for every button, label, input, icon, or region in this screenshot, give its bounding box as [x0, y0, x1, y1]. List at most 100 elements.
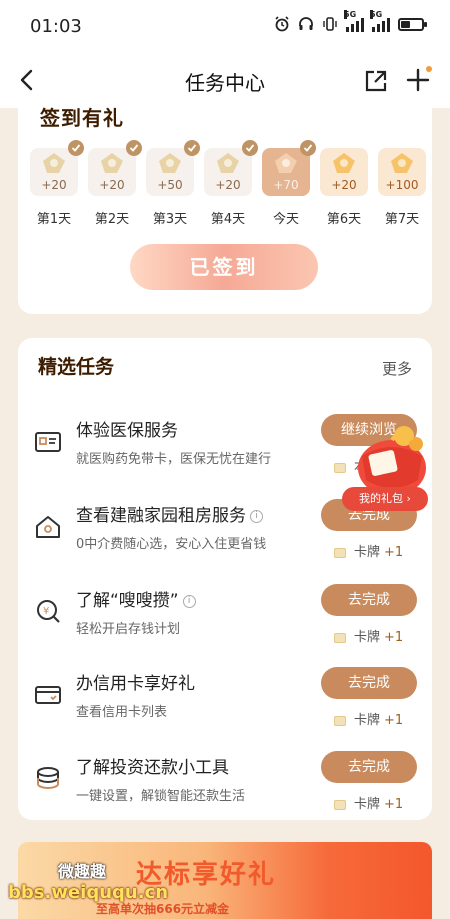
signin-day-box: +50 [146, 140, 200, 196]
watermark-line-1: 微趣趣 [58, 862, 107, 881]
signin-card: 签到有礼 +20 第1天 +20 第2天 +50 第3天 +20 第4天 +70 今天 +20 第6天… [18, 96, 432, 314]
tasks-title: 精选任务 [35, 352, 121, 379]
task-reward: 卡牌 +1 [334, 626, 403, 645]
reward-card-icon [334, 799, 346, 810]
reward-label: 卡牌 [354, 545, 381, 560]
signin-day-value: +20 [99, 178, 125, 192]
signin-day: +70 今天 [260, 140, 316, 227]
watermark-line-2: bbs.weiququ.cn [8, 882, 169, 903]
alarm-icon [275, 16, 289, 32]
task-desc: 就医购药免带卡，医保无忧在建行 [76, 452, 272, 467]
checkmark-icon [300, 140, 316, 156]
signin-day: +100 第7天 [376, 148, 428, 227]
task-name: 体验医保服务 [76, 421, 178, 441]
coin-icon [101, 153, 123, 173]
reward-card-icon [334, 632, 346, 643]
status-icons: 5G 5G [274, 10, 427, 32]
signin-day-box: +100 [378, 148, 426, 196]
status-bar: 01:03 5G 5G [0, 0, 450, 54]
task-name: 办信用卡享好礼 [76, 674, 195, 694]
signin-day-box: +70 [262, 140, 316, 196]
coin-icon [43, 153, 65, 173]
coins-icon [34, 765, 62, 793]
credit-card-icon [34, 681, 62, 709]
house-icon [34, 513, 62, 541]
signin-day-value: +20 [41, 178, 67, 192]
task-row[interactable]: 办信用卡享好礼查看信用卡列表 去完成卡牌 +1 [18, 661, 432, 741]
task-row[interactable]: ¥ 了解“嗖嗖攒” i 轻松开启存钱计划 去完成卡牌 +1 [18, 578, 432, 658]
coin-icon [159, 153, 181, 173]
signal-2-icon: 5G [370, 10, 390, 32]
task-desc: 0中介费随心选，安心入住更省钱 [76, 537, 267, 552]
signin-day-box: +20 [30, 140, 84, 196]
signin-days: +20 第1天 +20 第2天 +50 第3天 +20 第4天 +70 今天 +20 第6天 +100 第… [28, 140, 428, 227]
signin-day-label: 第7天 [384, 212, 420, 227]
signin-day-label: 第6天 [326, 212, 362, 227]
reward-card-icon [334, 715, 346, 726]
savings-icon: ¥ [34, 598, 62, 626]
task-desc: 一键设置，解锁智能还款生活 [76, 789, 246, 804]
reward-label: 卡牌 [354, 630, 381, 645]
signin-day-box: +20 [204, 140, 258, 196]
task-reward: 卡牌 +1 [334, 541, 403, 560]
coin-icon [333, 153, 355, 173]
notification-dot [426, 66, 432, 72]
vibrate-icon [323, 17, 337, 31]
signin-day-label: 第3天 [152, 212, 188, 227]
signin-day-label: 第2天 [94, 212, 130, 227]
signin-day-label: 第1天 [36, 212, 72, 227]
reward-card-icon [334, 547, 346, 558]
reward-label: 卡牌 [354, 797, 381, 812]
tasks-more-link[interactable]: 更多 [382, 358, 412, 379]
signin-day-label: 第4天 [210, 212, 246, 227]
status-time: 01:03 [30, 16, 82, 37]
signin-day-value: +50 [157, 178, 183, 192]
my-gift-label[interactable]: 我的礼包 › [342, 487, 428, 511]
task-name: 了解“嗖嗖攒” i [76, 586, 196, 611]
info-icon[interactable]: i [250, 509, 263, 523]
reward-plus: +1 [384, 713, 404, 728]
coin-icon [275, 153, 297, 173]
signin-day: +20 第6天 [318, 148, 370, 227]
battery-icon [398, 17, 427, 31]
signin-day-value: +100 [385, 178, 419, 192]
task-row[interactable]: 了解投资还款小工具一键设置，解锁智能还款生活 去完成卡牌 +1 [18, 745, 432, 825]
signed-button[interactable]: 已签到 [130, 244, 318, 290]
checkmark-icon [184, 140, 200, 156]
signin-day: +20 第1天 [28, 140, 84, 227]
share-icon[interactable] [363, 68, 389, 94]
task-reward: 卡牌 +1 [334, 793, 403, 812]
signin-day: +50 第3天 [144, 140, 200, 227]
reward-plus: +1 [384, 545, 404, 560]
signin-title: 签到有礼 [38, 102, 128, 131]
medical-card-icon [34, 428, 62, 456]
signin-day-value: +70 [273, 178, 299, 192]
signin-day-label: 今天 [272, 212, 299, 227]
coin-icon [391, 153, 413, 173]
svg-text:¥: ¥ [43, 606, 49, 617]
reward-label: 卡牌 [354, 713, 381, 728]
task-reward: 卡牌 +1 [334, 709, 403, 728]
reward-plus: +1 [384, 630, 404, 645]
info-icon[interactable]: i [182, 594, 196, 608]
task-name: 查看建融家园租房服务 i [76, 501, 263, 526]
coin-icon [217, 153, 239, 173]
task-name: 了解投资还款小工具 [76, 758, 229, 778]
task-desc: 查看信用卡列表 [76, 705, 168, 720]
signin-day: +20 第4天 [202, 140, 258, 227]
signal-1-icon: 5G [344, 10, 364, 32]
task-desc: 轻松开启存钱计划 [76, 622, 181, 637]
task-action-button[interactable]: 去完成 [321, 751, 417, 783]
signin-day-box: +20 [88, 140, 142, 196]
checkmark-icon [68, 140, 84, 156]
reward-plus: +1 [384, 797, 404, 812]
task-action-button[interactable]: 去完成 [321, 584, 417, 616]
signin-day: +20 第2天 [86, 140, 142, 227]
task-action-button[interactable]: 去完成 [321, 667, 417, 699]
checkmark-icon [126, 140, 142, 156]
headphones-icon [299, 17, 313, 30]
signin-day-value: +20 [215, 178, 241, 192]
checkmark-icon [242, 140, 258, 156]
signin-day-value: +20 [331, 178, 357, 192]
signin-day-box: +20 [320, 148, 368, 196]
